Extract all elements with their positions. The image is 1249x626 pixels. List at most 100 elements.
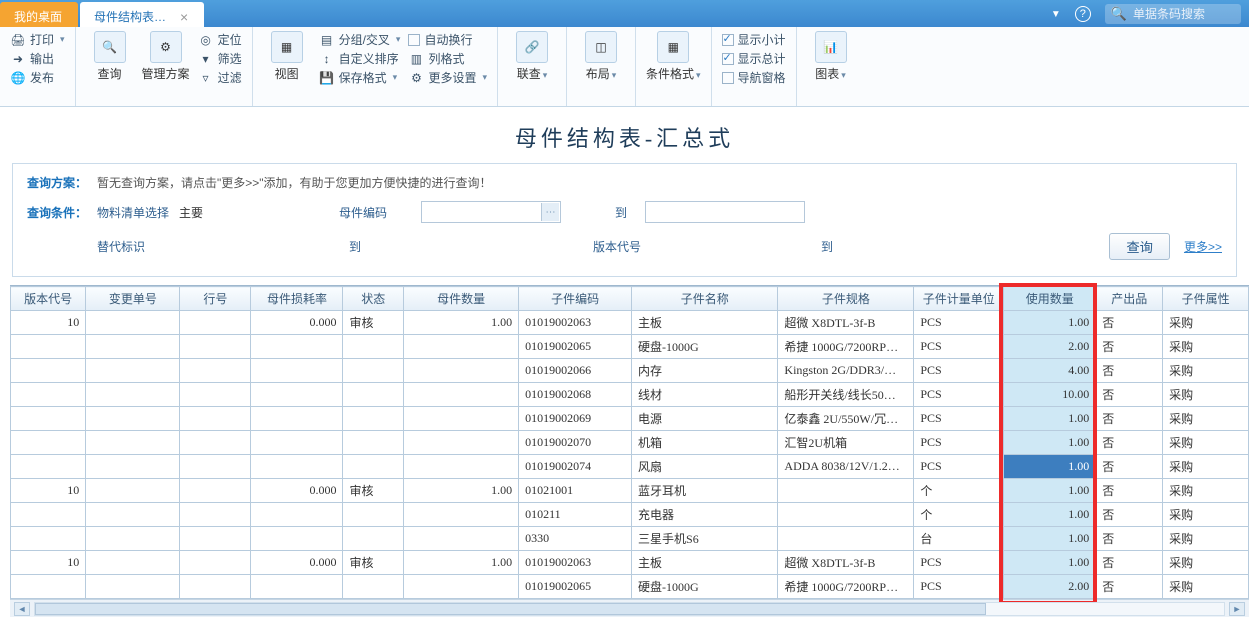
tab-active[interactable]: 母件结构表… × (80, 2, 204, 27)
cell[interactable]: 采购 (1163, 503, 1249, 527)
cell[interactable] (343, 335, 404, 359)
cell[interactable] (11, 383, 86, 407)
cell[interactable]: 采购 (1163, 551, 1249, 575)
cell[interactable]: 内存 (632, 359, 778, 383)
cell[interactable]: 1.00 (404, 479, 519, 503)
cell[interactable]: 主板 (632, 551, 778, 575)
mgmt-plan-button[interactable]: ⚙管理方案 (142, 31, 190, 82)
col-header[interactable]: 版本代号 (11, 287, 86, 311)
cell[interactable] (251, 407, 343, 431)
cell[interactable] (251, 527, 343, 551)
cell[interactable]: 10 (11, 479, 86, 503)
pass-filter-button[interactable]: ▿过滤 (198, 69, 242, 86)
cell[interactable] (86, 479, 180, 503)
cell[interactable]: 超微 X8DTL-3f-B (778, 551, 914, 575)
table-row[interactable]: 01019002074风扇ADDA 8038/12V/1.2…PCS1.00否采… (11, 455, 1249, 479)
scroll-track[interactable] (34, 602, 1225, 616)
cell[interactable]: 硬盘-1000G (632, 575, 778, 599)
col-header[interactable]: 子件计量单位 (914, 287, 1004, 311)
cell[interactable]: 采购 (1163, 383, 1249, 407)
cell[interactable] (251, 359, 343, 383)
save-format-button[interactable]: 💾保存格式▾ (319, 69, 401, 86)
cell[interactable]: 希捷 1000G/7200RP… (778, 335, 914, 359)
cell[interactable] (180, 551, 251, 575)
cell[interactable] (251, 575, 343, 599)
cell[interactable]: 采购 (1163, 455, 1249, 479)
cell[interactable] (86, 575, 180, 599)
cell[interactable]: 采购 (1163, 527, 1249, 551)
cell[interactable] (180, 575, 251, 599)
cell[interactable]: 采购 (1163, 479, 1249, 503)
cell[interactable]: 1.00 (1004, 311, 1096, 335)
chart-button[interactable]: 📊图表▾ (807, 31, 855, 82)
cell[interactable]: 1.00 (1004, 527, 1096, 551)
cell[interactable]: 1.00 (1004, 503, 1096, 527)
cell[interactable]: 2.00 (1004, 575, 1096, 599)
cell[interactable]: 三星手机S6 (632, 527, 778, 551)
cell[interactable] (86, 527, 180, 551)
table-row[interactable]: 100.000审核1.0001021001蓝牙耳机个1.00否采购 (11, 479, 1249, 503)
cell[interactable]: 采购 (1163, 335, 1249, 359)
cell[interactable] (251, 455, 343, 479)
cell[interactable] (180, 455, 251, 479)
cell[interactable]: PCS (914, 551, 1004, 575)
search-input[interactable] (1133, 7, 1233, 21)
col-header[interactable]: 子件名称 (632, 287, 778, 311)
cell[interactable] (404, 503, 519, 527)
nav-pane-checkbox[interactable]: 导航窗格 (722, 69, 786, 86)
cell[interactable] (343, 575, 404, 599)
cell[interactable]: 硬盘-1000G (632, 335, 778, 359)
cell[interactable]: 1.00 (1004, 431, 1096, 455)
cell[interactable] (343, 455, 404, 479)
cell[interactable]: PCS (914, 575, 1004, 599)
cell[interactable] (343, 503, 404, 527)
col-header[interactable]: 母件损耗率 (251, 287, 343, 311)
cell[interactable] (404, 359, 519, 383)
cell[interactable] (404, 431, 519, 455)
cell[interactable]: 否 (1096, 407, 1163, 431)
cell[interactable] (11, 527, 86, 551)
query-button[interactable]: 查询 (1109, 233, 1170, 260)
table-row[interactable]: 100.000审核1.0001019002063主板超微 X8DTL-3f-BP… (11, 551, 1249, 575)
cell[interactable]: Kingston 2G/DDR3/… (778, 359, 914, 383)
cell[interactable] (86, 311, 180, 335)
table-row[interactable]: 01019002066内存Kingston 2G/DDR3/…PCS4.00否采… (11, 359, 1249, 383)
table-row[interactable]: 01019002065硬盘-1000G希捷 1000G/7200RP…PCS2.… (11, 575, 1249, 599)
cell[interactable]: 采购 (1163, 311, 1249, 335)
autowrap-checkbox[interactable]: 自动换行 (408, 31, 487, 48)
more-link[interactable]: 更多>> (1184, 238, 1222, 255)
cell[interactable]: 超微 X8DTL-3f-B (778, 311, 914, 335)
cell[interactable] (404, 335, 519, 359)
table-row[interactable]: 100.000审核1.0001019002063主板超微 X8DTL-3f-BP… (11, 311, 1249, 335)
picker-icon[interactable]: ⋯ (541, 203, 559, 221)
cell[interactable]: 01019002069 (519, 407, 632, 431)
cell[interactable]: 否 (1096, 335, 1163, 359)
cell[interactable] (11, 455, 86, 479)
cell[interactable]: PCS (914, 335, 1004, 359)
cell[interactable] (778, 527, 914, 551)
cell[interactable]: 采购 (1163, 431, 1249, 455)
version-to-input[interactable] (851, 236, 1011, 258)
cell[interactable] (180, 527, 251, 551)
layout-button[interactable]: ◫布局▾ (577, 31, 625, 82)
cell[interactable]: PCS (914, 383, 1004, 407)
cell[interactable]: 采购 (1163, 575, 1249, 599)
cell[interactable]: 否 (1096, 551, 1163, 575)
cell[interactable] (251, 383, 343, 407)
cell[interactable]: 0.000 (251, 551, 343, 575)
cell[interactable] (180, 479, 251, 503)
cell[interactable] (180, 383, 251, 407)
cell[interactable]: 1.00 (1004, 455, 1096, 479)
cell[interactable] (11, 359, 86, 383)
cell[interactable]: 亿泰鑫 2U/550W/冗… (778, 407, 914, 431)
cell[interactable] (404, 407, 519, 431)
cell[interactable]: 0.000 (251, 479, 343, 503)
app-menu-dropdown[interactable]: ▼ (1051, 9, 1061, 20)
cell[interactable] (86, 335, 180, 359)
table-row[interactable]: 010211充电器个1.00否采购 (11, 503, 1249, 527)
cell[interactable]: 01019002070 (519, 431, 632, 455)
table-row[interactable]: 0330三星手机S6台1.00否采购 (11, 527, 1249, 551)
cell[interactable] (86, 407, 180, 431)
horizontal-scrollbar[interactable]: ◄ ► (10, 599, 1249, 617)
cell[interactable] (251, 431, 343, 455)
